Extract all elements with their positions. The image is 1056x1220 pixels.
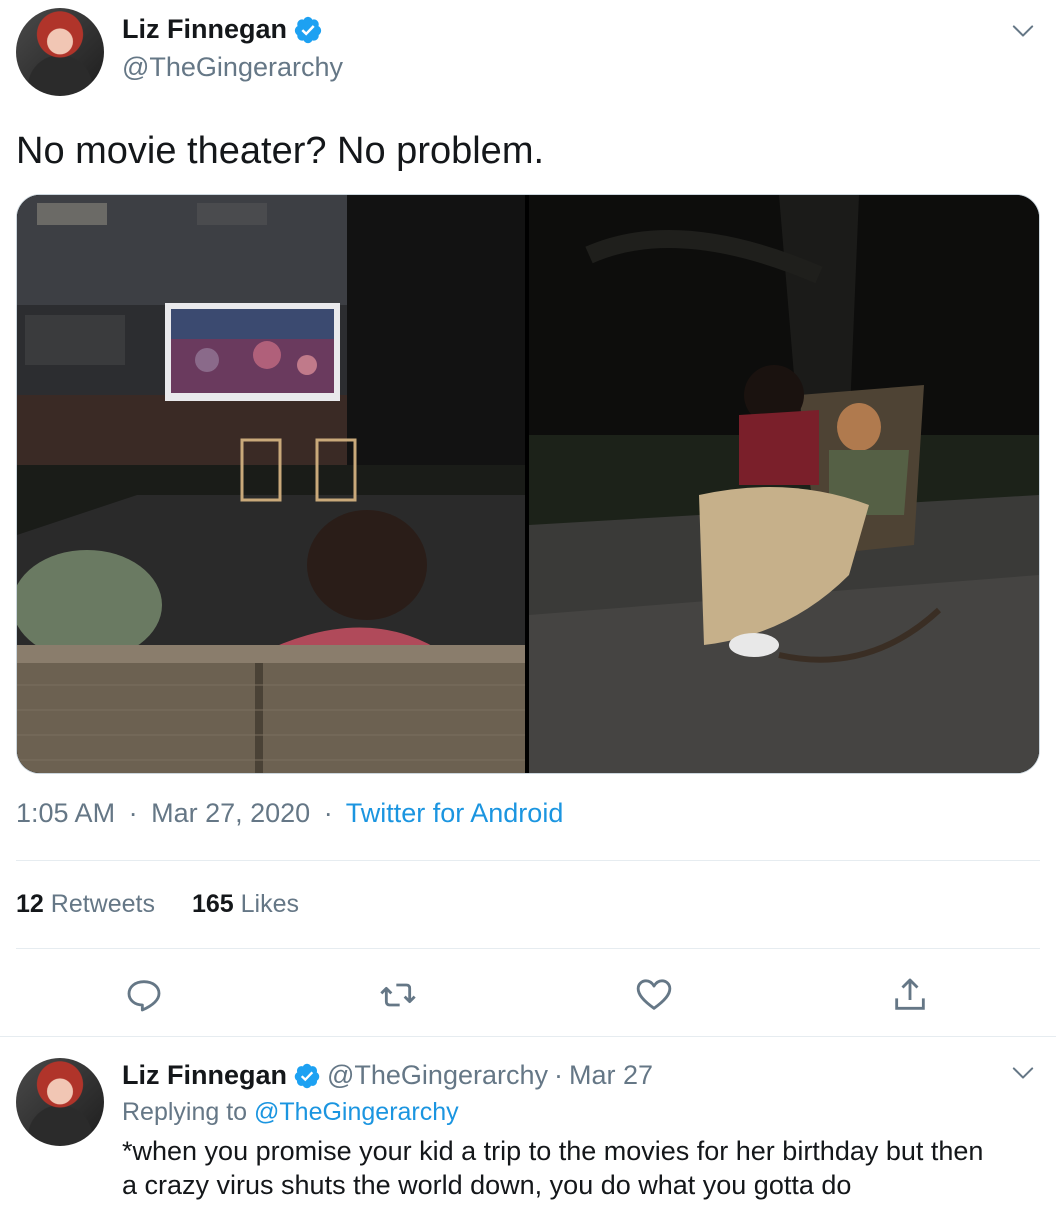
- retweets-label: Retweets: [50, 890, 155, 918]
- share-icon[interactable]: [890, 975, 930, 1015]
- tweet-stats: 12 Retweets 165 Likes: [16, 890, 299, 919]
- retweets-count: 12: [16, 890, 44, 918]
- likes-count: 165: [191, 890, 234, 918]
- heart-icon[interactable]: [634, 975, 674, 1015]
- chevron-down-icon[interactable]: [1012, 1062, 1034, 1084]
- reply-author-handle[interactable]: @TheGingerarchy: [327, 1060, 548, 1091]
- verified-badge-icon: [294, 1063, 320, 1088]
- reply-text-line: a crazy virus shuts the world down, you …: [122, 1170, 852, 1200]
- reply-separator: ·: [554, 1060, 563, 1090]
- divider: [16, 860, 1040, 861]
- meta-separator: ·: [323, 798, 333, 828]
- tweet-media[interactable]: [16, 194, 1040, 774]
- author-handle[interactable]: @TheGingerarchy: [122, 52, 343, 83]
- reply-text: *when you promise your kid a trip to the…: [122, 1134, 1042, 1202]
- reply-text-line: *when you promise your kid a trip to the…: [122, 1136, 984, 1166]
- replying-prefix: Replying to: [122, 1098, 248, 1126]
- chevron-down-icon[interactable]: [1012, 20, 1034, 42]
- kids-chairs-image: [529, 195, 1039, 773]
- photo-kids-chairs[interactable]: [529, 195, 1039, 773]
- tweet-text: No movie theater? No problem.: [16, 130, 545, 172]
- tweet-source-link[interactable]: Twitter for Android: [346, 798, 564, 828]
- replying-to: Replying to @TheGingerarchy: [122, 1098, 459, 1127]
- replying-handle-link[interactable]: @TheGingerarchy: [254, 1098, 459, 1126]
- reply-author-name[interactable]: Liz Finnegan: [122, 1060, 287, 1091]
- author-name[interactable]: Liz Finnegan: [122, 14, 287, 45]
- likes-label: Likes: [240, 890, 299, 918]
- reply-author-avatar[interactable]: [16, 1058, 104, 1146]
- backyard-screen-image: [17, 195, 525, 773]
- divider: [16, 948, 1040, 949]
- retweet-icon[interactable]: [378, 975, 418, 1015]
- retweets-stat[interactable]: 12 Retweets: [16, 890, 162, 918]
- reply-bubble-icon[interactable]: [124, 975, 164, 1015]
- reply-date[interactable]: Mar 27: [569, 1060, 653, 1091]
- reply-header: Liz Finnegan @TheGingerarchy · Mar 27: [122, 1060, 653, 1091]
- verified-badge-icon: [294, 16, 322, 43]
- photo-backyard-screen[interactable]: [17, 195, 525, 773]
- tweet-time[interactable]: 1:05 AM: [16, 798, 115, 828]
- tweet-date[interactable]: Mar 27, 2020: [151, 798, 310, 828]
- meta-separator: ·: [128, 798, 138, 828]
- author-avatar[interactable]: [16, 8, 104, 96]
- divider: [0, 1036, 1056, 1037]
- likes-stat[interactable]: 165 Likes: [192, 890, 299, 918]
- tweet-meta: 1:05 AM · Mar 27, 2020 · Twitter for And…: [16, 798, 563, 829]
